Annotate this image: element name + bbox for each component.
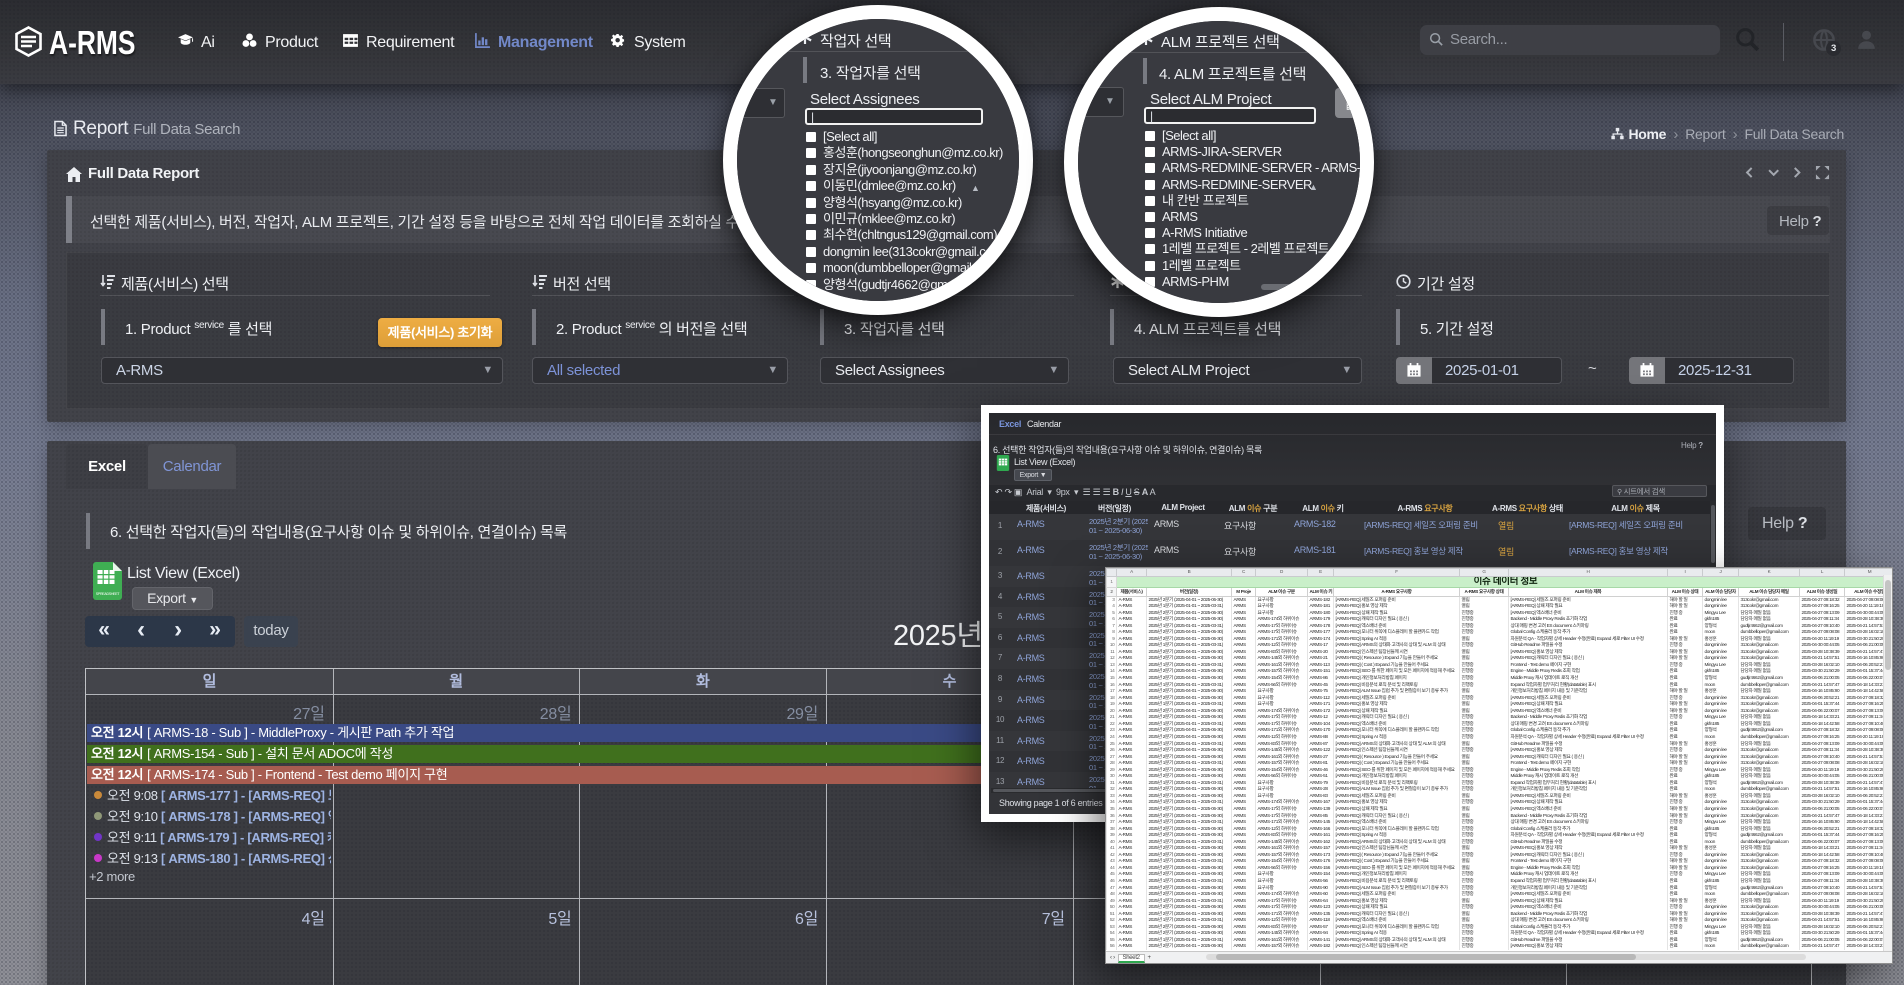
svg-text:SPREADSHEET: SPREADSHEET <box>96 592 121 596</box>
